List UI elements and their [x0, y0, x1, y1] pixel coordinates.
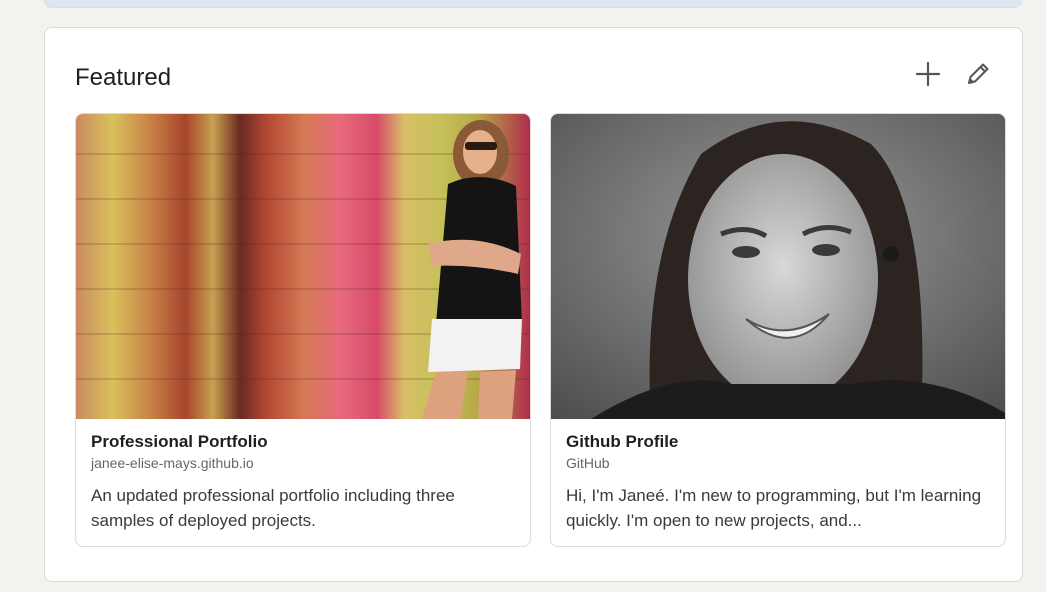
add-featured-button[interactable] — [910, 56, 946, 92]
pencil-icon — [968, 63, 989, 84]
featured-item-portfolio[interactable]: Professional Portfolio janee-elise-mays.… — [75, 113, 531, 547]
section-title: Featured — [75, 64, 172, 91]
item-description: Hi, I'm Janeé. I'm new to programming, b… — [566, 486, 982, 530]
previous-section-edge — [44, 0, 1022, 8]
github-thumbnail — [551, 114, 1005, 419]
featured-item-github[interactable]: Github Profile GitHub Hi, I'm Janeé. I'm… — [550, 113, 1006, 547]
item-title: Professional Portfolio — [91, 432, 268, 451]
item-description: An updated professional portfolio includ… — [91, 486, 455, 530]
item-source: janee-elise-mays.github.io — [91, 455, 254, 471]
portfolio-thumbnail — [76, 114, 530, 419]
plus-icon — [915, 61, 941, 87]
item-source: GitHub — [566, 455, 610, 471]
edit-featured-button[interactable] — [960, 56, 996, 92]
item-title: Github Profile — [566, 432, 679, 451]
featured-section: Featured Professional Portfolio janee-el… — [44, 27, 1023, 582]
